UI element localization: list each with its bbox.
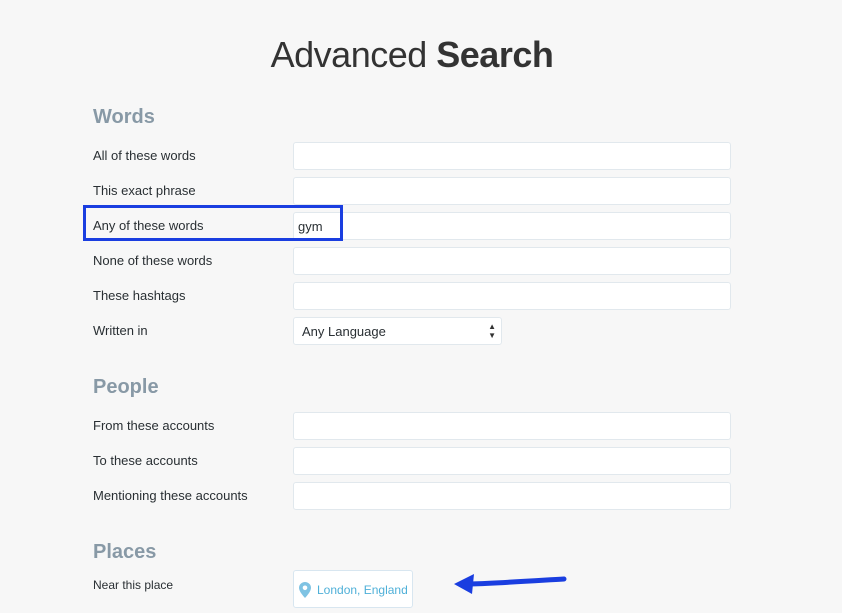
label-all-words: All of these words xyxy=(93,148,196,163)
map-pin-icon xyxy=(299,582,311,603)
section-heading-words: Words xyxy=(93,106,155,128)
language-select-value: Any Language xyxy=(302,324,386,339)
mentioning-accounts-input[interactable] xyxy=(293,482,731,510)
to-accounts-input[interactable] xyxy=(293,447,731,475)
section-heading-people: People xyxy=(93,376,159,398)
sort-arrows-icon: ▲ ▼ xyxy=(488,322,496,340)
language-select[interactable]: Any Language ▲ ▼ xyxy=(293,317,502,345)
none-words-input[interactable] xyxy=(293,247,731,275)
label-to-accounts: To these accounts xyxy=(93,453,198,468)
label-none-words: None of these words xyxy=(93,253,213,268)
page-title: Advanced Search xyxy=(0,34,824,76)
section-heading-places: Places xyxy=(93,541,157,563)
page-title-bold: Search xyxy=(436,34,554,75)
from-accounts-input[interactable] xyxy=(293,412,731,440)
page-title-light: Advanced xyxy=(270,34,437,75)
exact-phrase-input[interactable] xyxy=(293,177,731,205)
label-exact-phrase: This exact phrase xyxy=(93,183,196,198)
arrow-annotation xyxy=(450,568,570,601)
label-hashtags: These hashtags xyxy=(93,288,186,303)
label-written-in: Written in xyxy=(93,323,148,338)
all-words-input[interactable] xyxy=(293,142,731,170)
hashtags-input[interactable] xyxy=(293,282,731,310)
near-place-value: London, England xyxy=(317,583,408,597)
any-words-input[interactable] xyxy=(293,212,731,240)
highlight-annotation xyxy=(83,205,343,241)
near-place-button[interactable]: London, England xyxy=(293,570,413,608)
label-from-accounts: From these accounts xyxy=(93,418,215,433)
label-mentioning-accounts: Mentioning these accounts xyxy=(93,488,248,503)
label-near-place: Near this place xyxy=(93,578,174,592)
